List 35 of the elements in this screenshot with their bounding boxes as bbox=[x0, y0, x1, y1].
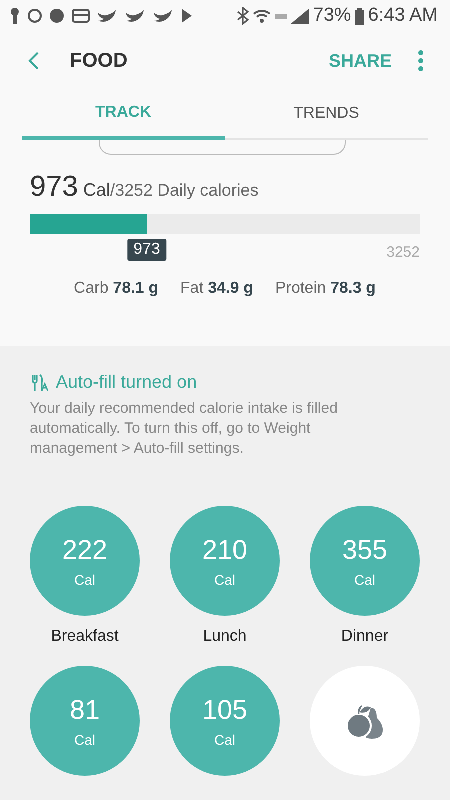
meal-label: Dinner bbox=[341, 628, 389, 646]
goal-label: 3252 bbox=[386, 244, 420, 261]
wifi-icon bbox=[253, 9, 272, 23]
calorie-count: 973 bbox=[30, 171, 78, 204]
meal-calories[interactable]: 81 Cal bbox=[30, 666, 140, 776]
nutrient-amount: Fat 34.9 g bbox=[180, 280, 254, 298]
signal-icon bbox=[291, 8, 310, 24]
cutlery-icon bbox=[30, 374, 48, 392]
bird-icon bbox=[98, 10, 118, 22]
card-icon bbox=[72, 9, 90, 23]
screen-title: FOOD bbox=[70, 50, 128, 72]
daily-goal: /3252 Daily calories bbox=[110, 181, 259, 201]
nutrient-amount: Protein 78.3 g bbox=[275, 280, 376, 298]
calorie-unit: Cal bbox=[83, 180, 110, 201]
back-icon[interactable] bbox=[28, 51, 40, 71]
bluetooth-icon bbox=[237, 7, 250, 25]
meal-calories[interactable]: 355 Cal bbox=[310, 506, 420, 616]
autofill-title: Auto-fill turned on bbox=[56, 372, 198, 393]
play-icon bbox=[182, 9, 192, 23]
meal-calories[interactable]: 222 Cal bbox=[30, 506, 140, 616]
battery-percentage: 73% bbox=[313, 5, 352, 27]
bird-icon bbox=[126, 10, 146, 22]
share-button[interactable]: SHARE bbox=[328, 50, 392, 72]
meal-calories[interactable]: 210 Cal bbox=[170, 506, 280, 616]
meal-calories[interactable]: 105 Cal bbox=[170, 666, 280, 776]
more-options-icon[interactable] bbox=[418, 50, 424, 72]
autofill-description: Your daily recommended calorie intake is filled automatically. To turn this off, go to Weight management > Auto-fill settings. bbox=[30, 399, 339, 459]
battery-icon bbox=[355, 8, 364, 24]
date-selector[interactable] bbox=[98, 140, 346, 155]
nutrient-amount: Carb 78.1 g bbox=[74, 280, 159, 298]
value-tooltip: 973 bbox=[128, 239, 166, 261]
clock: 6:43 AM bbox=[368, 5, 438, 27]
bird-icon bbox=[154, 10, 174, 22]
meal-label: Breakfast bbox=[51, 628, 119, 646]
meal-label: Lunch bbox=[203, 628, 247, 646]
